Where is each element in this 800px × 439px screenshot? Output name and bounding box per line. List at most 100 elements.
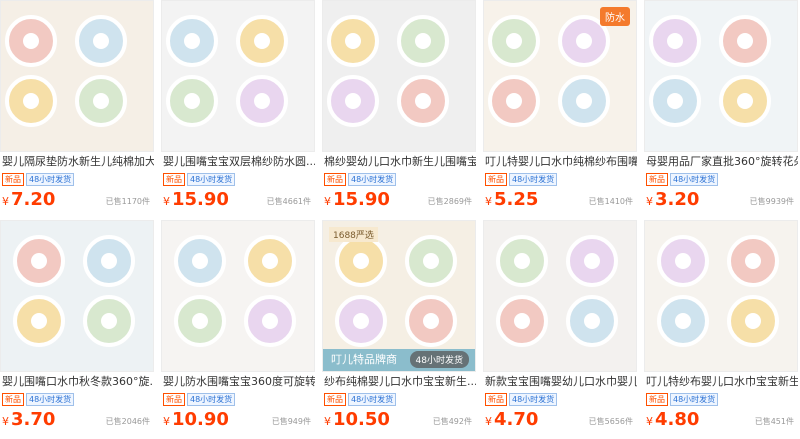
bib-neck-hole	[101, 253, 117, 269]
bib-neck-hole	[23, 93, 39, 109]
new-item-tag: 新品	[2, 173, 24, 186]
product-card[interactable]: 母婴用品厂家直批360°旋转花朵... 新品48小时发货 ¥3.20 已售9939件	[644, 0, 798, 211]
product-tags: 新品 48小时发货	[485, 393, 559, 406]
product-image[interactable]	[161, 0, 315, 152]
sold-count: 已售9939件	[749, 197, 794, 206]
product-title[interactable]: 叮儿特纱布婴儿口水巾宝宝新生...	[646, 375, 798, 389]
product-title[interactable]: 新款宝宝围嘴婴幼儿口水巾婴儿...	[485, 375, 637, 389]
new-item-tag: 新品	[485, 173, 507, 186]
product-title[interactable]: 婴儿围嘴宝宝双层棉纱防水圆...	[163, 155, 315, 169]
bib-neck-hole	[423, 313, 439, 329]
bib-neck-hole	[23, 33, 39, 49]
product-card[interactable]: 婴儿围嘴宝宝双层棉纱防水圆... 新品 48小时发货 ¥15.90 已售4661件	[161, 0, 315, 211]
product-image[interactable]: 防水	[483, 0, 637, 152]
bib-neck-hole	[745, 313, 761, 329]
price-value: 4.70	[494, 409, 539, 430]
product-illustration	[174, 235, 296, 347]
product-price: ¥3.20	[646, 189, 699, 213]
product-grid: 婴儿隔尿垫防水新生儿纯棉加大... 新品 48小时发货 ¥7.20 已售1170件 婴儿围…	[0, 0, 800, 439]
product-title[interactable]: 纱布纯棉婴儿口水巾宝宝新生...	[324, 375, 476, 389]
product-card[interactable]: 婴儿围嘴口水巾秋冬款360°旋... 新品 48小时发货 ¥3.70 已售2046件	[0, 220, 154, 431]
currency-symbol: ¥	[485, 195, 492, 208]
product-tags: 新品 48小时发货	[485, 173, 559, 186]
product-image[interactable]: 1688严选 叮儿特品牌商 48小时发货	[322, 220, 476, 372]
new-item-tag: 新品	[485, 393, 507, 406]
brand-overlay-bar: 叮儿特品牌商 48小时发货	[323, 349, 475, 371]
product-title[interactable]: 婴儿防水围嘴宝宝360度可旋转...	[163, 375, 315, 389]
price-value: 5.25	[494, 189, 539, 210]
bib-neck-hole	[184, 33, 200, 49]
currency-symbol: ¥	[646, 415, 653, 428]
price-value: 3.20	[655, 189, 700, 210]
product-title[interactable]: 棉纱婴幼儿口水巾新生儿围嘴宝...	[324, 155, 476, 169]
bib-neck-hole	[675, 313, 691, 329]
waterproof-badge: 防水	[600, 7, 630, 26]
product-card[interactable]: 防水 叮儿特婴儿口水巾纯棉纱布围嘴... 新品 48小时发货 ¥5.25 已售1410件	[483, 0, 637, 211]
product-title[interactable]: 婴儿围嘴口水巾秋冬款360°旋...	[2, 375, 154, 389]
bib-neck-hole	[101, 313, 117, 329]
product-image[interactable]	[0, 0, 154, 152]
product-title[interactable]: 叮儿特婴儿口水巾纯棉纱布围嘴...	[485, 155, 637, 169]
product-title[interactable]: 婴儿隔尿垫防水新生儿纯棉加大...	[2, 155, 154, 169]
sold-count: 已售451件	[754, 417, 794, 426]
product-card[interactable]: 婴儿隔尿垫防水新生儿纯棉加大... 新品 48小时发货 ¥7.20 已售1170件	[0, 0, 154, 211]
product-image[interactable]	[0, 220, 154, 372]
currency-symbol: ¥	[646, 195, 653, 208]
new-item-tag: 新品	[163, 393, 185, 406]
sold-count: 已售492件	[432, 417, 472, 426]
product-price: ¥15.90	[324, 189, 390, 213]
product-image[interactable]	[644, 0, 798, 152]
bib-neck-hole	[192, 253, 208, 269]
product-image[interactable]	[161, 220, 315, 372]
shipping-tag: 48小时发货	[509, 173, 558, 186]
bib-neck-hole	[737, 33, 753, 49]
product-title[interactable]: 母婴用品厂家直批360°旋转花朵...	[646, 155, 798, 169]
product-tags: 新品 48小时发货	[646, 393, 720, 406]
bib-neck-hole	[254, 93, 270, 109]
product-tags: 新品 48小时发货	[2, 393, 76, 406]
sold-count: 已售949件	[271, 417, 311, 426]
product-price: ¥4.80	[646, 409, 699, 433]
bib-neck-hole	[423, 253, 439, 269]
product-image[interactable]	[322, 0, 476, 152]
bib-neck-hole	[415, 33, 431, 49]
product-tags: 新品 48小时发货	[324, 393, 398, 406]
product-price: ¥3.70	[2, 409, 55, 433]
product-card[interactable]: 棉纱婴幼儿口水巾新生儿围嘴宝... 新品 48小时发货 ¥15.90 已售2869件	[322, 0, 476, 211]
bib-neck-hole	[192, 313, 208, 329]
bib-neck-hole	[93, 33, 109, 49]
price-value: 3.70	[11, 409, 56, 430]
product-tags: 新品 48小时发货	[163, 393, 237, 406]
bib-neck-hole	[506, 33, 522, 49]
bib-neck-hole	[415, 93, 431, 109]
product-card[interactable]: 新款宝宝围嘴婴幼儿口水巾婴儿... 新品 48小时发货 ¥4.70 已售5656件	[483, 220, 637, 431]
product-tags: 新品 48小时发货	[324, 173, 398, 186]
product-illustration	[327, 15, 449, 127]
shipping-tag: 48小时发货	[26, 173, 75, 186]
product-card[interactable]: 婴儿防水围嘴宝宝360度可旋转... 新品 48小时发货 ¥10.90 已售949件	[161, 220, 315, 431]
shipping-tag: 48小时发货	[187, 173, 236, 186]
shipping-tag: 48小时发货	[670, 393, 719, 406]
currency-symbol: ¥	[485, 415, 492, 428]
product-tags: 新品 48小时发货	[163, 173, 237, 186]
product-card[interactable]: 1688严选 叮儿特品牌商 48小时发货纱布纯棉婴儿口水巾宝宝新生... 新品 48小时…	[322, 220, 476, 431]
bib-neck-hole	[93, 93, 109, 109]
shipping-tag: 48小时发货	[348, 173, 397, 186]
bib-neck-hole	[262, 313, 278, 329]
bib-neck-hole	[584, 313, 600, 329]
price-value: 7.20	[11, 189, 56, 210]
sold-count: 已售1170件	[105, 197, 150, 206]
shipping-tag: 48小时发货	[187, 393, 236, 406]
product-card[interactable]: 叮儿特纱布婴儿口水巾宝宝新生... 新品 48小时发货 ¥4.80 已售451件	[644, 220, 798, 431]
product-image[interactable]	[644, 220, 798, 372]
bib-neck-hole	[576, 93, 592, 109]
bib-neck-hole	[31, 253, 47, 269]
bib-neck-hole	[254, 33, 270, 49]
currency-symbol: ¥	[2, 195, 9, 208]
currency-symbol: ¥	[324, 195, 331, 208]
product-image[interactable]	[483, 220, 637, 372]
shipping-tag: 48小时发货	[509, 393, 558, 406]
bib-neck-hole	[745, 253, 761, 269]
new-item-tag: 新品	[324, 393, 346, 406]
bib-neck-hole	[667, 93, 683, 109]
